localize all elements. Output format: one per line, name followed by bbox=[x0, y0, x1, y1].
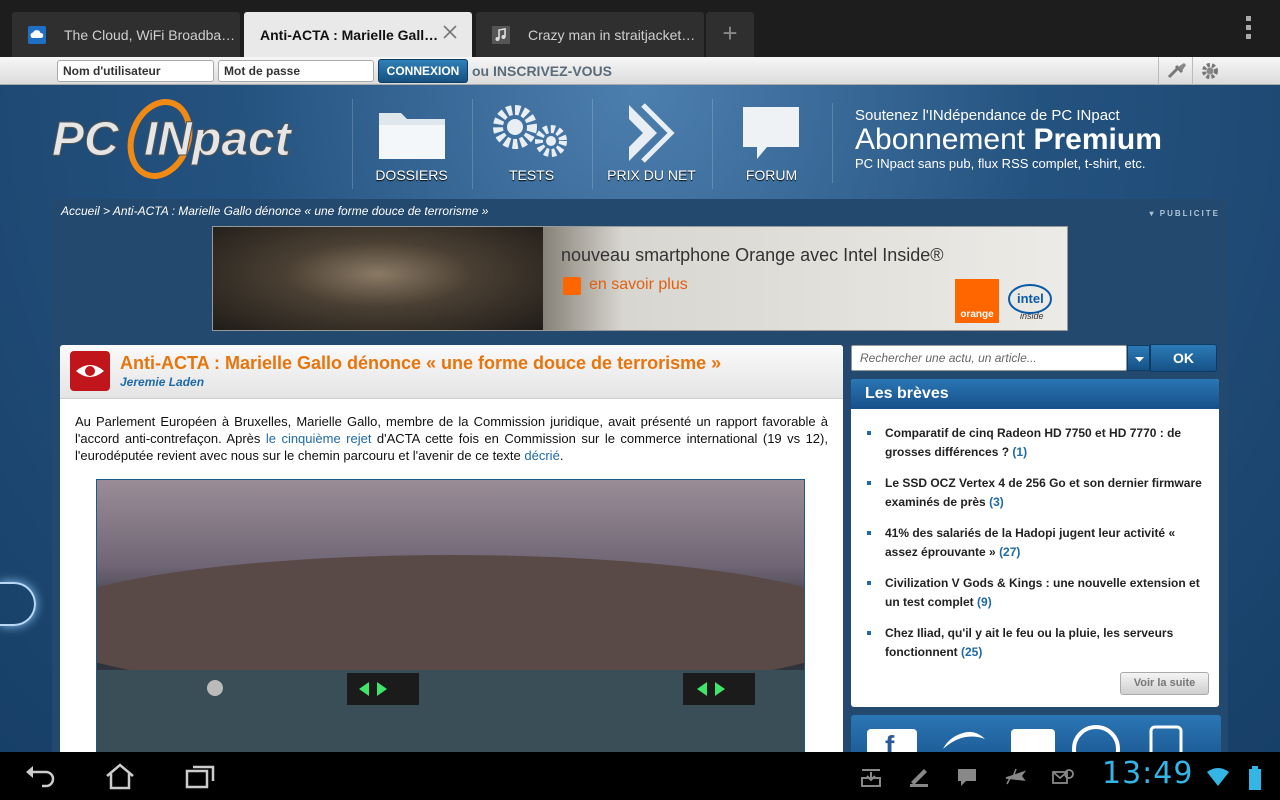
article-card: Anti-ACTA : Marielle Gallo dénonce « une… bbox=[60, 345, 843, 752]
cloud-icon bbox=[28, 25, 46, 44]
login-bar: Nom d'utilisateur Mot de passe CONNEXION… bbox=[0, 57, 1280, 85]
breves-panel: Les brèves Comparatif de cinq Radeon HD … bbox=[851, 379, 1219, 707]
tab-the-cloud[interactable]: The Cloud, WiFi Broadba… bbox=[12, 12, 240, 57]
battery-icon[interactable] bbox=[1248, 766, 1262, 790]
ad-headline: nouveau smartphone Orange avec Intel Ins… bbox=[561, 245, 944, 265]
search-ok-button[interactable]: OK bbox=[1150, 344, 1217, 372]
list-item[interactable]: Le SSD OCZ Vertex 4 de 256 Go et son der… bbox=[865, 474, 1207, 512]
nav-label: TESTS bbox=[508, 167, 555, 183]
ad-cta[interactable]: en savoir plus bbox=[589, 276, 688, 294]
login-button[interactable]: CONNEXION bbox=[378, 59, 468, 83]
nav-dossiers[interactable]: DOSSIERS bbox=[352, 99, 470, 189]
chevron-down-icon bbox=[1135, 357, 1144, 362]
nav-label: DOSSIERS bbox=[375, 167, 448, 183]
breadcrumb[interactable]: Accueil > Anti-ACTA : Marielle Gallo dén… bbox=[61, 204, 488, 218]
breves-title: Les brèves bbox=[851, 379, 1219, 409]
web-page: PC INpact DOSSIERS TESTS PRIX DU NET FOR… bbox=[0, 85, 1280, 752]
register-link[interactable]: ou INSCRIVEZ-VOUS bbox=[472, 63, 612, 79]
article-header: Anti-ACTA : Marielle Gallo dénonce « une… bbox=[60, 345, 843, 399]
nav-prix-du-net[interactable]: PRIX DU NET bbox=[592, 99, 710, 189]
browser-icon bbox=[1072, 725, 1120, 752]
recent-apps-button[interactable] bbox=[184, 762, 216, 790]
list-item[interactable]: Chez Iliad, qu'il y ait le feu ou la plu… bbox=[865, 624, 1207, 662]
new-tab-button[interactable]: + bbox=[706, 12, 754, 57]
article-photo bbox=[96, 479, 805, 752]
google-plus-icon bbox=[1011, 729, 1055, 752]
nav-tests[interactable]: TESTS bbox=[472, 99, 590, 189]
home-button[interactable] bbox=[104, 762, 136, 790]
brush-tool-button[interactable] bbox=[1158, 57, 1192, 85]
list-item[interactable]: Comparatif de cinq Radeon HD 7750 et HD … bbox=[865, 424, 1207, 462]
list-item[interactable]: 41% des salariés de la Hadopi jugent leu… bbox=[865, 524, 1207, 562]
speech-bubble-icon bbox=[743, 107, 799, 159]
folder-icon bbox=[379, 113, 445, 159]
chat-icon[interactable] bbox=[956, 766, 978, 788]
premium-line3: PC INpact sans pub, flux RSS complet, t-… bbox=[855, 156, 1146, 171]
eye-icon bbox=[70, 351, 110, 391]
overflow-menu-icon[interactable] bbox=[1246, 16, 1252, 42]
publicite-label: ▾ PUBLICITE bbox=[1149, 209, 1220, 218]
browser-tab-strip: The Cloud, WiFi Broadba… Anti-ACTA : Mar… bbox=[0, 0, 1280, 57]
arrow-icon bbox=[563, 277, 581, 295]
ad-photo bbox=[213, 227, 543, 330]
music-note-icon bbox=[492, 25, 510, 44]
gears-icon bbox=[493, 105, 567, 157]
tab-title: Anti-ACTA : Marielle Gall… bbox=[260, 26, 439, 43]
price-tag-icon bbox=[629, 103, 675, 163]
tab-crazy-man[interactable]: Crazy man in straitjacket… bbox=[476, 12, 704, 57]
list-item[interactable]: Civilization V Gods & Kings : une nouvel… bbox=[865, 574, 1207, 612]
close-tab-icon[interactable] bbox=[442, 24, 458, 40]
article-author[interactable]: Jeremie Laden bbox=[120, 375, 204, 389]
facebook-icon: f bbox=[867, 729, 917, 752]
svg-text:inside: inside bbox=[1020, 311, 1044, 321]
brush-icon bbox=[1167, 63, 1186, 79]
wifi-icon[interactable] bbox=[1206, 766, 1229, 788]
nav-label: FORUM bbox=[745, 167, 798, 183]
breves-list: Comparatif de cinq Radeon HD 7750 et HD … bbox=[865, 424, 1207, 674]
tab-title: The Cloud, WiFi Broadba… bbox=[64, 26, 236, 43]
email-icon[interactable] bbox=[1052, 766, 1074, 788]
article-title[interactable]: Anti-ACTA : Marielle Gallo dénonce « une… bbox=[120, 353, 721, 374]
premium-line1: Soutenez l'INdépendance de PC INpact bbox=[855, 107, 1120, 124]
ad-banner[interactable]: nouveau smartphone Orange avec Intel Ins… bbox=[212, 226, 1068, 331]
twitter-icon bbox=[943, 731, 985, 749]
search-input[interactable]: Rechercher une actu, un article... bbox=[851, 345, 1127, 371]
link-decrie[interactable]: décrié bbox=[524, 448, 559, 463]
home-icon bbox=[106, 763, 134, 790]
gear-icon bbox=[1202, 63, 1218, 79]
download-icon[interactable] bbox=[860, 766, 882, 788]
back-button[interactable] bbox=[24, 762, 56, 790]
back-icon bbox=[26, 766, 55, 788]
orange-logo: orange bbox=[955, 279, 999, 323]
social-panel: f bbox=[851, 715, 1221, 752]
article-body: Au Parlement Européen à Bruxelles, Marie… bbox=[75, 414, 828, 463]
premium-banner[interactable]: Soutenez l'INdépendance de PC INpact Abo… bbox=[832, 103, 1232, 183]
system-bar: 13:49 bbox=[0, 752, 1280, 800]
airplane-icon[interactable] bbox=[1004, 766, 1027, 788]
pinned-app-icon[interactable] bbox=[908, 766, 930, 788]
nav-label: PRIX DU NET bbox=[607, 167, 696, 183]
search-dropdown-button[interactable] bbox=[1127, 345, 1150, 371]
tab-title: Crazy man in straitjacket… bbox=[528, 26, 696, 43]
username-field[interactable]: Nom d'utilisateur bbox=[57, 60, 214, 82]
voir-la-suite-button[interactable]: Voir la suite bbox=[1120, 672, 1209, 695]
recent-apps-icon bbox=[185, 765, 215, 789]
nav-forum[interactable]: FORUM bbox=[712, 99, 830, 189]
mobile-icon bbox=[1149, 725, 1183, 752]
svg-text:f: f bbox=[885, 730, 895, 752]
settings-button[interactable] bbox=[1192, 57, 1226, 85]
intel-logo: intel inside bbox=[1007, 279, 1053, 323]
tab-anti-acta[interactable]: Anti-ACTA : Marielle Gall… bbox=[244, 12, 472, 57]
site-logo[interactable]: PC INpact bbox=[52, 95, 332, 185]
logo-inpact: INpact bbox=[144, 113, 293, 166]
logo-pc: PC bbox=[52, 113, 120, 166]
password-field[interactable]: Mot de passe bbox=[218, 60, 374, 82]
edge-swipe-indicator[interactable] bbox=[0, 582, 36, 626]
link-cinquieme-rejet[interactable]: le cinquième rejet bbox=[266, 431, 372, 446]
clock[interactable]: 13:49 bbox=[1102, 756, 1193, 791]
svg-text:intel: intel bbox=[1017, 291, 1044, 306]
premium-line2: Abonnement Premium bbox=[855, 123, 1162, 156]
